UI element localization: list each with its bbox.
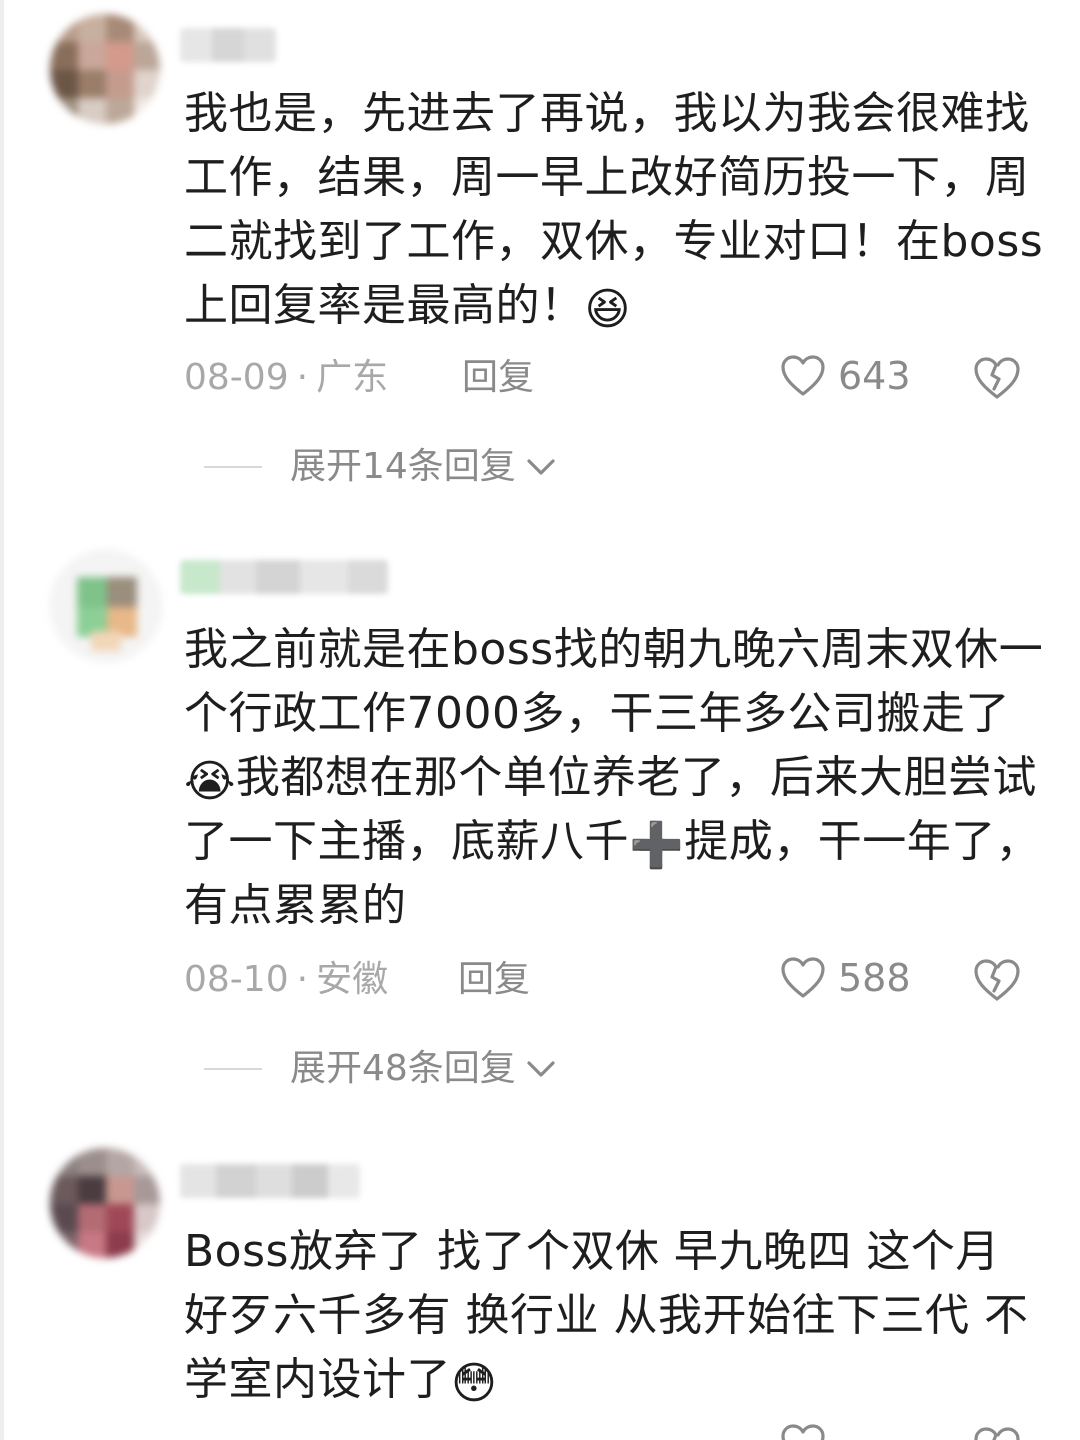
like-count: 643 bbox=[838, 354, 911, 398]
comment-list-page: 我也是，先进去了再说，我以为我会很难找工作，结果，周一早上改好简历投一下，周二就… bbox=[0, 0, 1080, 1440]
username-blurred[interactable] bbox=[180, 1164, 360, 1198]
flushed-smile-emoji: 😳 bbox=[451, 1358, 498, 1409]
chevron-down-icon bbox=[527, 1061, 555, 1077]
reply-button[interactable]: 回复 bbox=[462, 354, 534, 402]
heart-outline-icon bbox=[781, 957, 825, 998]
like-button[interactable]: 643 bbox=[780, 352, 911, 400]
separator-dot: · bbox=[296, 357, 309, 398]
broken-heart-icon bbox=[974, 959, 1020, 1001]
expand-replies-button[interactable]: 展开14条回复 bbox=[204, 443, 556, 491]
avatar[interactable] bbox=[50, 14, 160, 124]
avatar[interactable] bbox=[50, 1148, 160, 1258]
dislike-button[interactable] bbox=[972, 356, 1022, 404]
like-button[interactable] bbox=[780, 1424, 838, 1440]
heart-outline-icon bbox=[781, 355, 825, 396]
comment-meta: 08-09 · 广东 bbox=[184, 354, 388, 402]
crying-emoji: 😭 bbox=[184, 756, 236, 807]
comment-meta: 08-10 · 安徽 bbox=[184, 956, 388, 1004]
avatar[interactable] bbox=[50, 550, 162, 662]
divider-line bbox=[204, 466, 262, 468]
comment-text: 我也是，先进去了再说，我以为我会很难找工作，结果，周一早上改好简历投一下，周二就… bbox=[184, 88, 1044, 335]
username-blurred[interactable] bbox=[180, 28, 276, 62]
like-count: 588 bbox=[838, 956, 911, 1000]
expand-replies-label: 展开14条回复 bbox=[290, 446, 516, 487]
dislike-button[interactable] bbox=[972, 1426, 1022, 1440]
broken-heart-icon bbox=[974, 357, 1020, 399]
heart-outline-icon bbox=[781, 1424, 825, 1440]
comment-date: 08-10 bbox=[184, 959, 289, 1000]
plus-emoji: ➕ bbox=[629, 820, 685, 871]
divider-line bbox=[204, 1068, 262, 1070]
separator-dot: · bbox=[296, 959, 309, 1000]
like-button[interactable]: 588 bbox=[780, 954, 911, 1002]
username-blurred[interactable] bbox=[180, 560, 388, 594]
expand-replies-label: 展开48条回复 bbox=[290, 1048, 516, 1089]
chevron-down-icon bbox=[527, 459, 555, 475]
dislike-button[interactable] bbox=[972, 958, 1022, 1006]
broken-heart-icon bbox=[974, 1427, 1020, 1440]
comment-text: 我之前就是在boss找的朝九晚六周末双休一个行政工作7000多，干三年多公司搬走… bbox=[184, 624, 1044, 931]
comment-location: 广东 bbox=[316, 357, 389, 398]
page-edge bbox=[0, 0, 4, 1440]
comment-text: Boss放弃了 找了个双休 早九晚四 这个月好歹六千多有 换行业 从我开始往下三… bbox=[184, 1226, 1029, 1409]
laughing-emoji: 😆 bbox=[584, 284, 631, 335]
comment-location: 安徽 bbox=[316, 959, 389, 1000]
comment-date: 08-09 bbox=[184, 357, 289, 398]
reply-button[interactable]: 回复 bbox=[458, 956, 530, 1004]
expand-replies-button[interactable]: 展开48条回复 bbox=[204, 1045, 556, 1093]
